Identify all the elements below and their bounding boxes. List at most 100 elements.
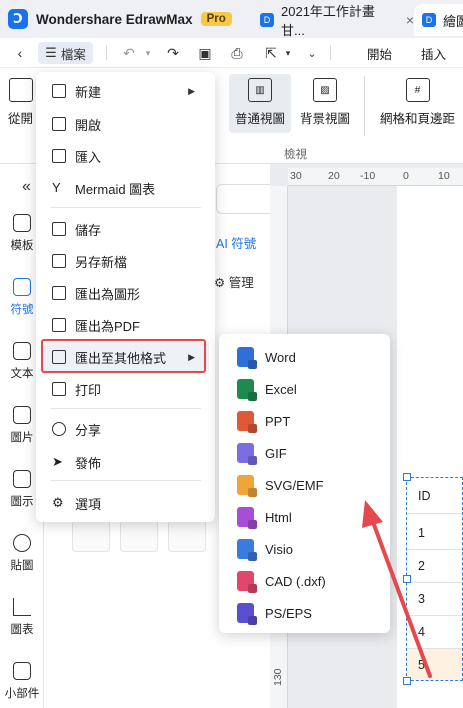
menu-label: 新建	[75, 84, 102, 100]
horizontal-ruler: 30 20 -10 0 10	[288, 168, 463, 186]
menu-item-save[interactable]: 儲存	[42, 214, 209, 244]
symbols-icon	[13, 278, 31, 296]
ribbon-item-normal-view[interactable]: ▥ 普通視圖	[229, 74, 292, 133]
template-icon	[13, 214, 31, 232]
ai-symbols-link[interactable]: AI 符號	[216, 233, 256, 252]
sidebar-label: 符號	[10, 304, 34, 316]
menu-label: 打印	[75, 382, 102, 398]
ps-eps-icon	[237, 603, 254, 623]
menu-item-publish[interactable]: ➤ 發佈	[42, 447, 209, 477]
svg-icon	[237, 475, 254, 495]
divider	[330, 46, 331, 60]
ribbon-label: 從開	[8, 112, 34, 126]
menu-item-share[interactable]: 分享	[42, 414, 209, 444]
submenu-label: CAD (.dxf)	[265, 573, 326, 589]
undo-icon[interactable]: ↶	[118, 42, 140, 64]
ribbon-item-from-start[interactable]: 從開	[8, 78, 33, 127]
more-icon[interactable]: ⌄	[304, 42, 320, 64]
menu-label: 匯出為圖形	[75, 286, 141, 302]
export-html[interactable]: Html	[227, 501, 382, 533]
sidebar-item-widgets[interactable]: 小部件	[0, 662, 44, 701]
submenu-label: PS/EPS	[265, 605, 312, 621]
cad-icon	[237, 571, 254, 591]
file-label: 檔案	[60, 47, 86, 62]
menu-item-export-image[interactable]: 匯出為圖形	[42, 278, 209, 308]
printer-icon	[52, 382, 66, 396]
menu-item-save-as[interactable]: 另存新檔	[42, 246, 209, 276]
chevron-right-icon: ▶	[188, 85, 195, 96]
excel-icon	[237, 379, 254, 399]
send-icon: ➤	[52, 454, 63, 469]
submenu-label: PPT	[265, 413, 291, 429]
close-icon[interactable]: ×	[406, 12, 414, 28]
gif-icon	[237, 443, 254, 463]
text-icon	[13, 342, 31, 360]
divider	[106, 46, 107, 60]
export-icon[interactable]: ⇱	[260, 42, 282, 64]
submenu-label: Html	[265, 509, 292, 525]
plus-square-icon	[52, 84, 66, 98]
resize-handle[interactable]	[403, 677, 411, 685]
ribbon-label: 普通視圖	[235, 112, 286, 126]
tab-insert[interactable]: 插入	[421, 44, 446, 63]
menu-label: 儲存	[75, 222, 102, 238]
mermaid-icon: Y	[52, 180, 61, 195]
normal-view-icon: ▥	[248, 78, 272, 102]
chevron-down-icon[interactable]: ▾	[282, 42, 294, 64]
export-ps-eps[interactable]: PS/EPS	[227, 597, 382, 629]
puzzle-icon	[13, 662, 31, 680]
back-arrow-icon[interactable]: ‹	[10, 42, 30, 64]
menu-label: Mermaid 圖表	[75, 181, 156, 197]
chevron-down-icon[interactable]: ▾	[142, 42, 154, 64]
export-gif[interactable]: GIF	[227, 437, 382, 469]
menu-item-open[interactable]: 開啟	[42, 109, 209, 139]
document-icon: D	[260, 13, 274, 27]
menu-item-print[interactable]: 打印	[42, 374, 209, 404]
ribbon-label: 背景視圖	[300, 112, 351, 126]
export-cad[interactable]: CAD (.dxf)	[227, 565, 382, 597]
menu-label: 發佈	[75, 455, 102, 471]
menu-item-import[interactable]: 匯入	[42, 141, 209, 171]
save-icon[interactable]: ▣	[194, 42, 216, 64]
resize-handle[interactable]	[403, 575, 411, 583]
hamburger-icon: ☰	[45, 45, 57, 60]
ribbon-item-background-view[interactable]: ▨ 背景視圖	[300, 78, 350, 127]
menu-item-new[interactable]: 新建 ▶	[42, 76, 209, 106]
export-visio[interactable]: Visio	[227, 533, 382, 565]
save-icon	[52, 222, 66, 236]
document-tab-drawing[interactable]: D 繪圖	[414, 4, 463, 36]
export-svg-emf[interactable]: SVG/EMF	[227, 469, 382, 501]
ruler-tick: 30	[290, 170, 302, 182]
sidebar-label: 圖表	[10, 624, 34, 636]
menu-separator	[50, 480, 201, 481]
sidebar-item-stickers[interactable]: 貼圖	[0, 534, 44, 573]
sidebar-item-charts[interactable]: 圖表	[0, 598, 44, 637]
group-label-view: 檢視	[284, 149, 307, 161]
sidebar-label: 圖示	[10, 496, 34, 508]
ribbon-item-grid-margins[interactable]: # 網格和頁邊距	[380, 78, 455, 127]
export-excel[interactable]: Excel	[227, 373, 382, 405]
tab-label: 2021年工作計畫甘...	[281, 4, 375, 38]
menu-item-options[interactable]: ⚙ 選項	[42, 488, 209, 518]
table-selection-box[interactable]	[406, 477, 463, 681]
document-tab-gantt[interactable]: D 2021年工作計畫甘... ×	[252, 4, 414, 38]
export-ppt[interactable]: PPT	[227, 405, 382, 437]
pro-badge: Pro	[200, 12, 232, 26]
image-icon	[13, 406, 31, 424]
resize-handle[interactable]	[403, 473, 411, 481]
export-word[interactable]: Word	[227, 341, 382, 373]
menu-item-mermaid[interactable]: Y Mermaid 圖表	[42, 173, 209, 203]
manage-button[interactable]: ⚙ 管理	[214, 272, 254, 291]
folder-icon	[52, 117, 66, 131]
save-as-icon	[52, 254, 66, 268]
print-icon[interactable]: ⎙	[226, 42, 248, 64]
menu-item-export-pdf[interactable]: 匯出為PDF	[42, 310, 209, 340]
sidebar-label: 小部件	[4, 688, 40, 700]
import-icon	[52, 149, 66, 163]
submenu-label: Excel	[265, 381, 297, 397]
tab-home[interactable]: 開始	[367, 44, 392, 63]
redo-icon[interactable]: ↷	[162, 42, 184, 64]
ruler-tick: 0	[403, 170, 409, 182]
collapse-icon[interactable]: «	[22, 178, 31, 196]
file-menu-button[interactable]: ☰ 檔案	[38, 42, 93, 64]
